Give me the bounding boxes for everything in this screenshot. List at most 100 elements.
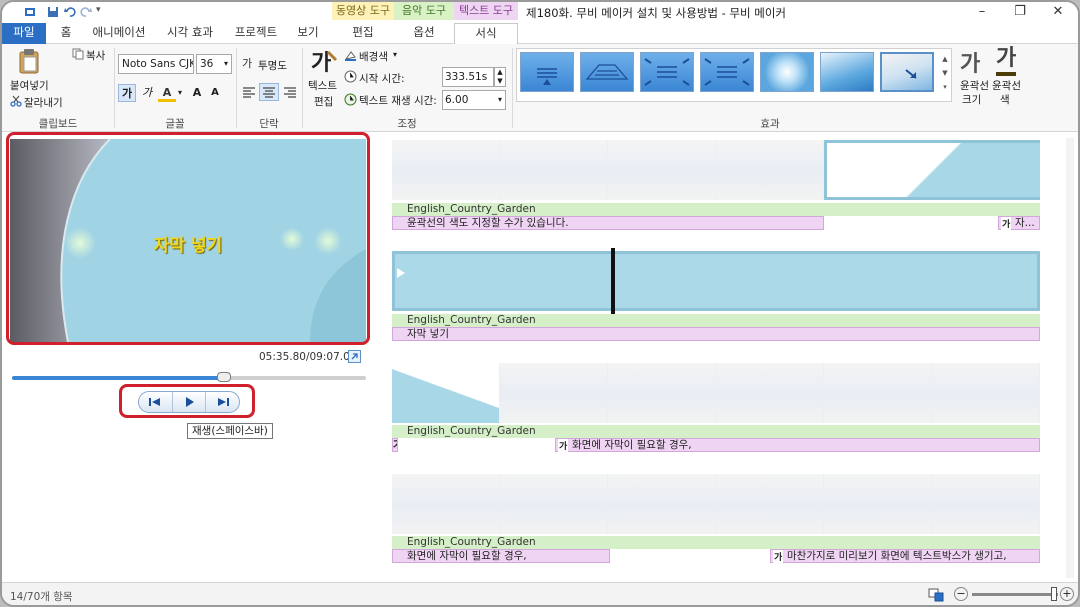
caption-bar[interactable]: 자막 넣기 <box>392 327 1040 341</box>
effect-shine[interactable] <box>820 52 874 92</box>
effect-preview-icon <box>704 58 750 86</box>
font-size-field[interactable]: 36 ▾ <box>196 54 232 74</box>
copy-button[interactable]: 복사 <box>86 48 105 63</box>
context-group-text-tools: 텍스트 도구 <box>454 2 518 20</box>
start-time-spinner[interactable]: ▲ ▼ <box>494 67 506 87</box>
storyboard-view-icon[interactable] <box>928 588 944 602</box>
chevron-down-icon: ▾ <box>497 95 502 104</box>
caption-bar[interactable]: 가 <box>392 438 398 452</box>
text-edit-icon[interactable]: 가 <box>310 48 338 76</box>
tab-view[interactable]: 보기 <box>290 23 326 44</box>
chevron-down-icon[interactable]: ▾ <box>178 88 182 97</box>
tab-home[interactable]: 홈 <box>50 23 82 44</box>
start-time-icon <box>344 70 357 83</box>
clip-thumbnail <box>932 474 1040 534</box>
start-time-field[interactable]: 333.51s <box>442 67 494 87</box>
caption-bar[interactable]: 마찬가지로 미리보기 화면에 텍스트박스가 생기고, <box>770 549 1040 563</box>
video-clip-strip[interactable] <box>392 363 1040 423</box>
redo-icon[interactable] <box>80 6 92 18</box>
duration-icon <box>344 93 357 106</box>
clip-thumbnail <box>716 140 824 200</box>
effect-selected[interactable] <box>880 52 934 92</box>
duration-label: 텍스트 재생 시간: <box>359 95 437 107</box>
effect-sparkle[interactable] <box>760 52 814 92</box>
font-color-button[interactable]: A <box>158 84 176 102</box>
storyboard-scrollbar[interactable] <box>1066 138 1074 578</box>
window-title: 제180화. 무비 메이커 설치 및 사용방법 - 무비 메이커 <box>526 6 787 20</box>
qat-dropdown-icon[interactable]: ▾ <box>96 5 101 15</box>
text-edit-label-2[interactable]: 편집 <box>314 94 333 109</box>
zoom-slider[interactable] <box>972 587 1058 601</box>
shrink-font-button[interactable]: A <box>206 84 224 102</box>
grow-font-button[interactable]: A <box>188 84 206 102</box>
caption-bar[interactable]: 화면에 자막이 필요할 경우, <box>392 549 610 563</box>
cut-button[interactable]: 잘라내기 <box>24 95 63 110</box>
undo-icon[interactable] <box>64 6 76 18</box>
adjust-group-label: 조정 <box>397 118 417 130</box>
fullscreen-icon[interactable] <box>348 350 361 363</box>
tab-options[interactable]: 옵션 <box>396 23 452 44</box>
minimize-button[interactable]: – <box>964 2 1000 22</box>
music-track-bar[interactable]: English_Country_Garden <box>392 314 1040 327</box>
zoom-thumb[interactable] <box>1050 587 1057 601</box>
outline-size-label[interactable]: 윤곽선 <box>960 78 989 93</box>
cut-icon[interactable] <box>10 95 22 107</box>
zoom-in-button[interactable]: + <box>1060 587 1074 601</box>
chevron-down-icon[interactable]: ▾ <box>393 50 397 59</box>
seek-bar[interactable] <box>12 372 366 382</box>
music-track-bar[interactable]: English_Country_Garden <box>392 536 1040 549</box>
music-track-bar[interactable]: English_Country_Garden <box>392 203 1040 216</box>
font-name-field[interactable]: Noto Sans CJK <box>118 54 194 74</box>
text-edit-label[interactable]: 텍스트 <box>308 78 337 93</box>
align-left-icon[interactable] <box>242 86 256 98</box>
maximize-button[interactable]: ❐ <box>1002 2 1038 22</box>
effect-preview-icon <box>585 64 629 80</box>
gallery-scroll[interactable]: ▲ ▼ ▾ <box>940 52 950 98</box>
effect-zoom-out[interactable] <box>700 52 754 92</box>
paste-label[interactable]: 붙여넣기 <box>10 78 49 93</box>
caption-bar[interactable]: 화면에 자막이 필요할 경우, <box>555 438 1040 452</box>
time-readout: 05:35.80/09:07.00 <box>259 351 357 363</box>
tab-format[interactable]: 서식 <box>454 23 518 45</box>
outline-color-label-2[interactable]: 색 <box>1000 92 1010 107</box>
context-group-video-tools: 동영상 도구 <box>332 2 394 20</box>
tab-visual-effects[interactable]: 시각 효과 <box>158 23 222 44</box>
paragraph-group-label: 단락 <box>259 118 279 130</box>
effect-scroll-up[interactable] <box>520 52 574 92</box>
music-track-bar[interactable]: English_Country_Garden <box>392 425 1040 438</box>
background-color-button[interactable]: 배경색 <box>359 49 388 64</box>
ribbon-tabs: 파일 홈 애니메이션 시각 효과 프로젝트 보기 편집 옵션 서식 <box>2 23 1078 45</box>
caption-bar[interactable]: 윤곽선의 색도 지정할 수가 있습니다. <box>392 216 824 230</box>
tab-file[interactable]: 파일 <box>2 23 46 44</box>
outline-color-label[interactable]: 윤곽선 <box>992 78 1021 93</box>
text-caption-icon: 가 <box>558 439 569 452</box>
italic-button[interactable]: 가 <box>138 84 156 102</box>
tab-project[interactable]: 프로젝트 <box>228 23 284 44</box>
title-clip-strip[interactable] <box>392 251 1040 311</box>
align-center-button[interactable] <box>259 83 279 101</box>
transparency-icon[interactable]: 가 <box>242 56 256 70</box>
tab-edit[interactable]: 편집 <box>334 23 392 44</box>
video-clip-strip[interactable] <box>392 474 1040 534</box>
zoom-out-button[interactable]: − <box>954 587 968 601</box>
context-group-music-tools: 음악 도구 <box>394 2 454 20</box>
duration-field[interactable]: 6.00 ▾ <box>442 90 506 110</box>
seek-thumb[interactable] <box>217 372 232 382</box>
outline-size-label-2[interactable]: 크기 <box>962 92 981 107</box>
effect-perspective[interactable] <box>580 52 634 92</box>
video-clip-strip[interactable] <box>392 140 1040 200</box>
playback-highlight <box>119 384 255 418</box>
effect-zoom-in[interactable] <box>640 52 694 92</box>
outline-color-icon[interactable]: 가 <box>996 46 1017 76</box>
outline-size-icon[interactable]: 가 <box>960 46 980 78</box>
tab-animations[interactable]: 애니메이션 <box>86 23 152 44</box>
background-color-icon[interactable] <box>344 49 357 62</box>
copy-icon[interactable] <box>72 48 84 60</box>
close-button[interactable]: ✕ <box>1040 2 1076 22</box>
chevron-down-icon: ▾ <box>223 59 228 68</box>
paste-button[interactable] <box>16 48 42 74</box>
transparency-button[interactable]: 투명도 <box>258 58 287 73</box>
bold-button[interactable]: 가 <box>118 84 136 102</box>
save-icon[interactable] <box>47 6 59 18</box>
align-right-icon[interactable] <box>283 86 297 98</box>
